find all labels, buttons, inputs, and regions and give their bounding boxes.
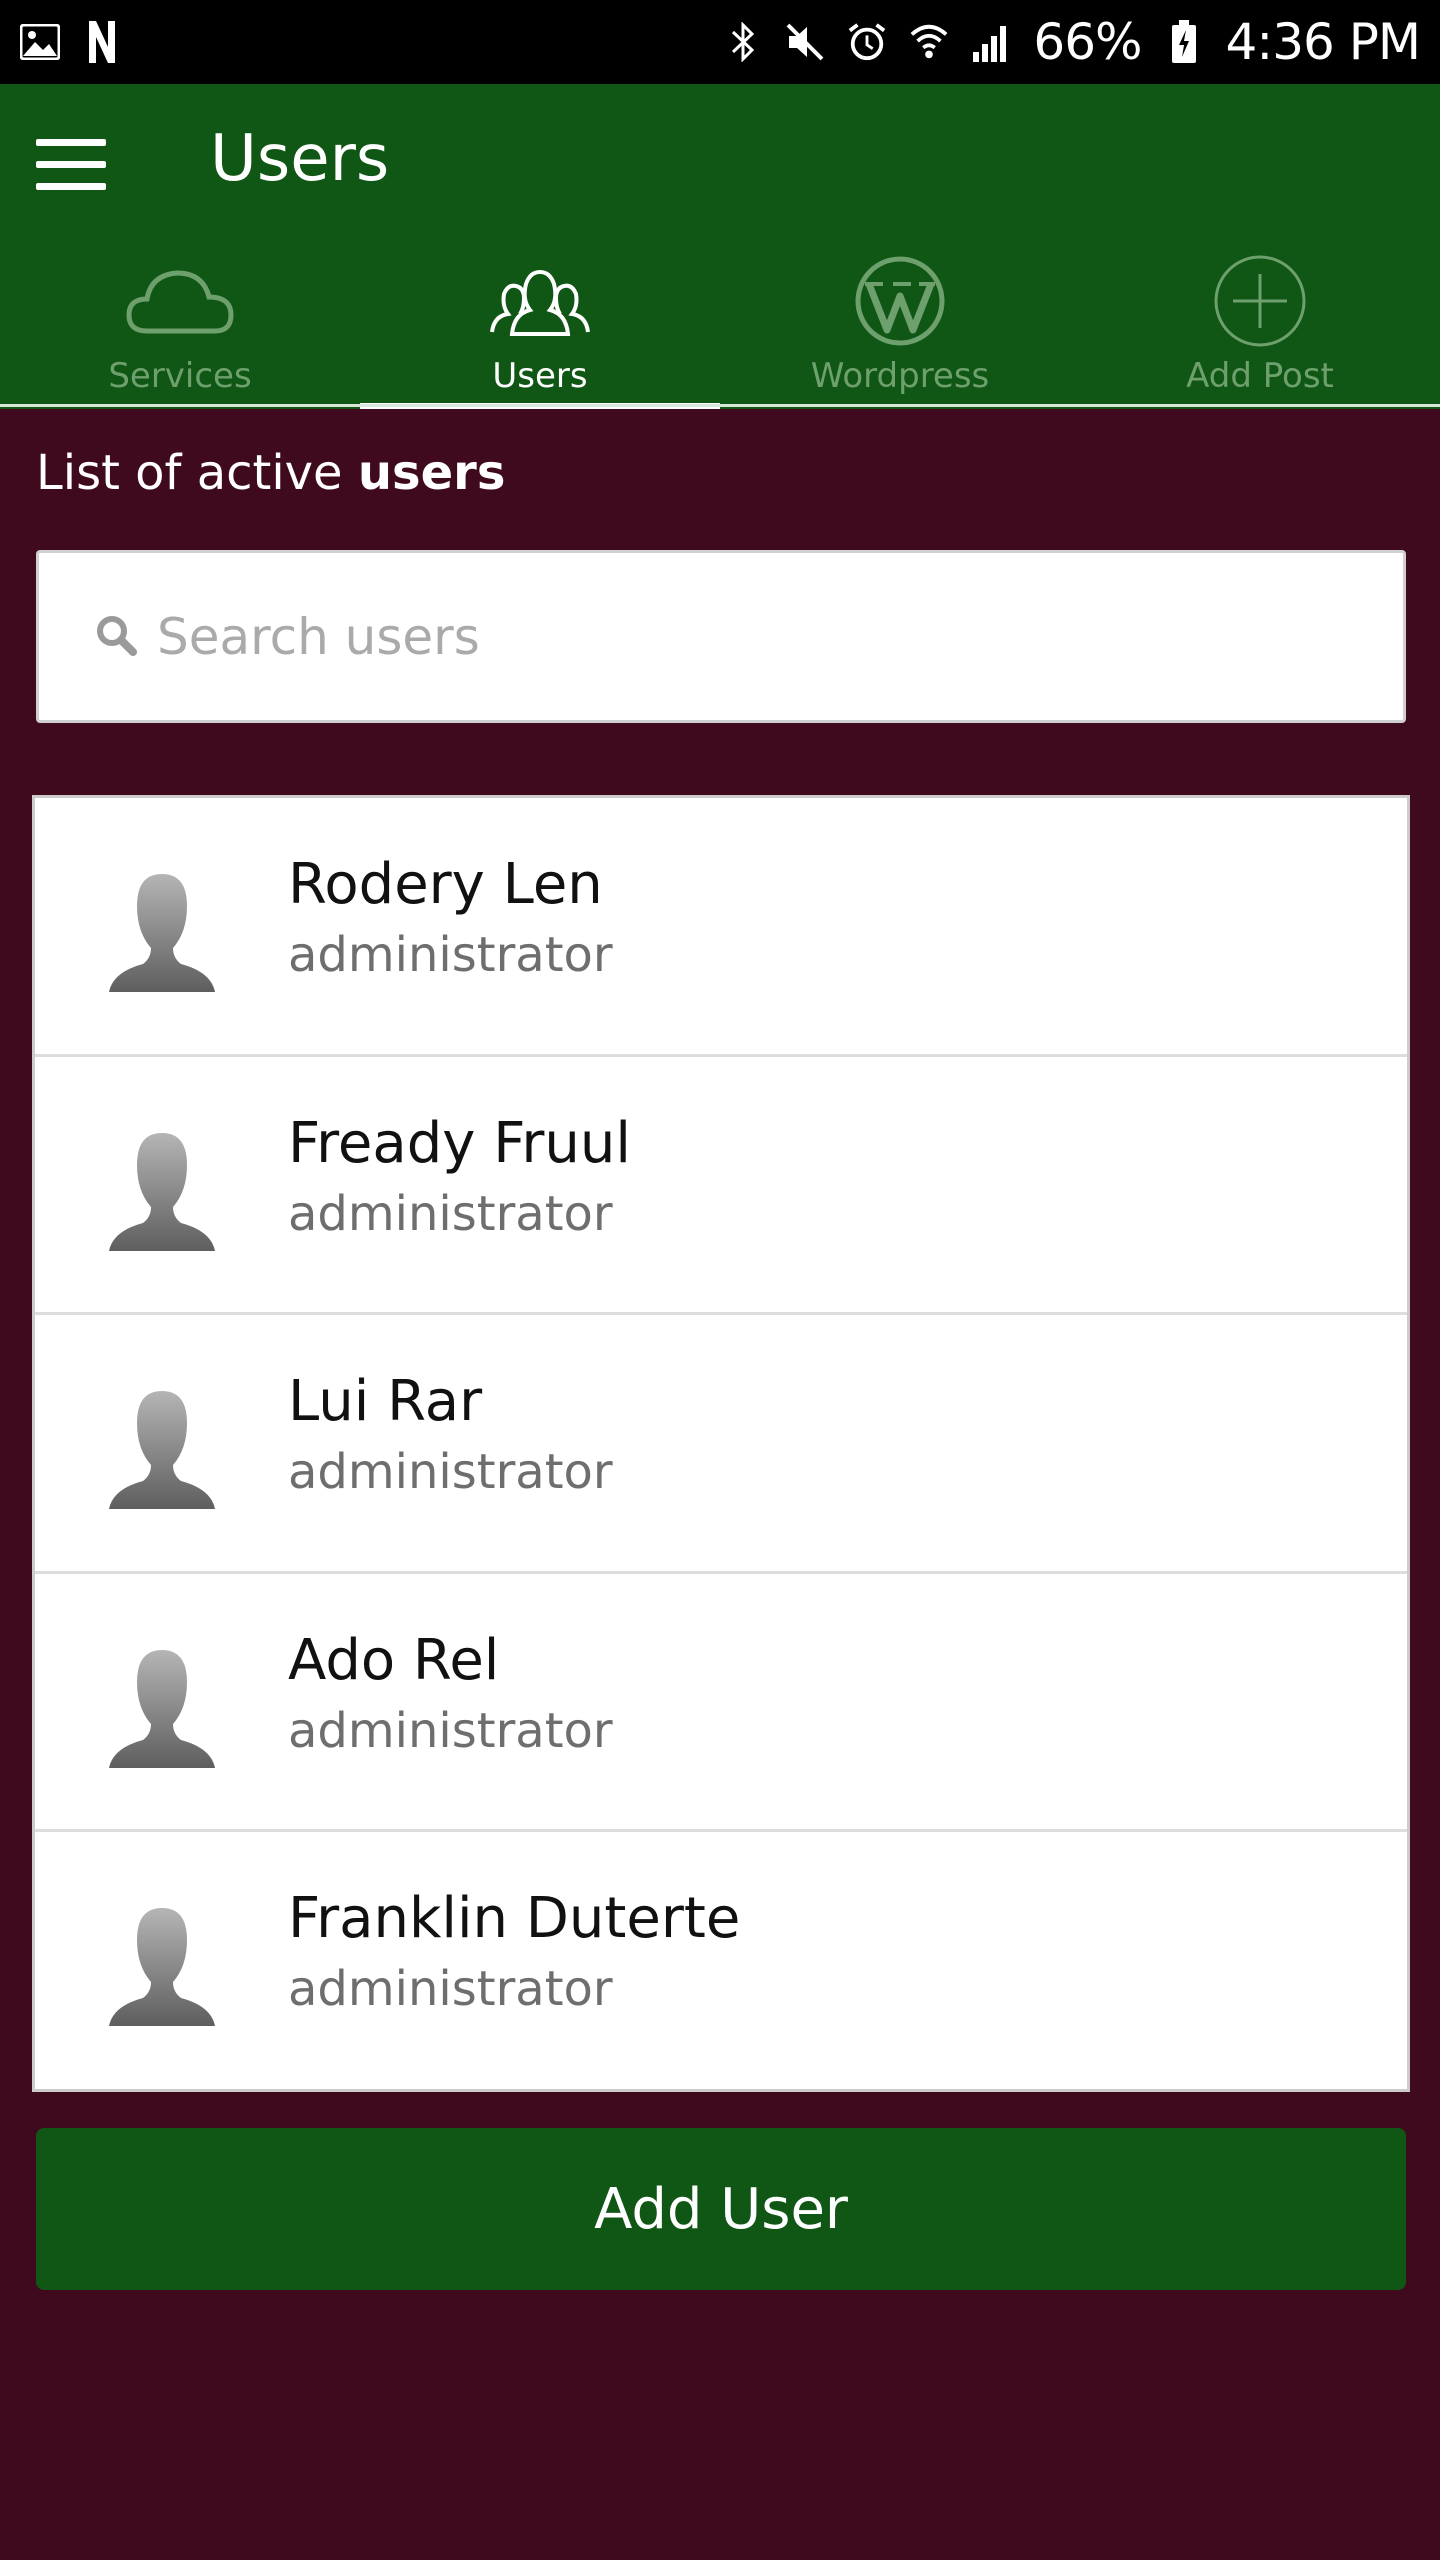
- search-input[interactable]: [157, 607, 1257, 666]
- page-title: Users: [210, 122, 390, 196]
- clock: 4:36 PM: [1225, 13, 1421, 71]
- list-item[interactable]: Rodery Len administrator: [35, 798, 1407, 1057]
- user-name: Fready Fruul: [288, 1110, 631, 1176]
- user-role: administrator: [288, 1444, 613, 1500]
- section-heading: List of active users: [36, 445, 505, 501]
- cloud-icon: [120, 246, 240, 356]
- tab-label: Users: [492, 356, 588, 396]
- users-group-icon: [480, 246, 600, 356]
- avatar: [107, 870, 217, 995]
- gallery-icon: [20, 22, 60, 62]
- user-role: administrator: [288, 1185, 613, 1242]
- tab-label: Wordpress: [810, 356, 990, 396]
- list-item[interactable]: Fready Fruul administrator: [35, 1057, 1407, 1315]
- avatar: [107, 1904, 217, 2029]
- mute-icon: [785, 22, 825, 62]
- list-item[interactable]: Lui Rar administrator: [35, 1315, 1407, 1574]
- status-bar: 66% 4:36 PM: [0, 0, 1440, 84]
- tab-label: Services: [108, 356, 252, 396]
- user-name: Lui Rar: [288, 1369, 483, 1434]
- list-item[interactable]: Franklin Duterte administrator: [35, 1832, 1407, 2091]
- tab-wordpress[interactable]: Wordpress: [720, 244, 1080, 409]
- heading-prefix: List of active: [36, 445, 358, 501]
- heading-bold: users: [357, 445, 506, 501]
- user-name: Ado Rel: [288, 1627, 500, 1693]
- battery-icon: [1164, 20, 1204, 63]
- wordpress-icon: [840, 246, 960, 356]
- add-user-button[interactable]: Add User: [36, 2128, 1406, 2290]
- netflix-icon: [82, 21, 122, 63]
- app-bar: Users Services Users Wordpress Add Post: [0, 84, 1440, 409]
- user-list: Rodery Len administrator Fready Fruul ad…: [32, 795, 1410, 2092]
- avatar: [107, 1646, 217, 1771]
- signal-icon: [971, 22, 1011, 62]
- avatar: [107, 1129, 217, 1254]
- user-name: Rodery Len: [288, 852, 603, 917]
- tab-services[interactable]: Services: [0, 244, 360, 409]
- tab-label: Add Post: [1186, 356, 1334, 396]
- user-name: Franklin Duterte: [288, 1886, 741, 1951]
- user-role: administrator: [288, 927, 613, 983]
- user-role: administrator: [288, 1961, 613, 2017]
- alarm-icon: [847, 22, 887, 62]
- battery-percent: 66%: [1033, 13, 1142, 71]
- bluetooth-icon: [723, 22, 763, 62]
- user-role: administrator: [288, 1702, 613, 1759]
- avatar: [107, 1387, 217, 1512]
- add-circle-icon: [1200, 246, 1320, 356]
- wifi-icon: [909, 22, 949, 62]
- divider: [0, 404, 1440, 407]
- search-box[interactable]: [36, 550, 1406, 723]
- search-icon: [95, 614, 137, 660]
- tab-users[interactable]: Users: [360, 244, 720, 409]
- hamburger-menu-icon[interactable]: [26, 124, 116, 204]
- tab-add-post[interactable]: Add Post: [1080, 244, 1440, 409]
- tab-bar: Services Users Wordpress Add Post: [0, 244, 1440, 409]
- list-item[interactable]: Ado Rel administrator: [35, 1574, 1407, 1832]
